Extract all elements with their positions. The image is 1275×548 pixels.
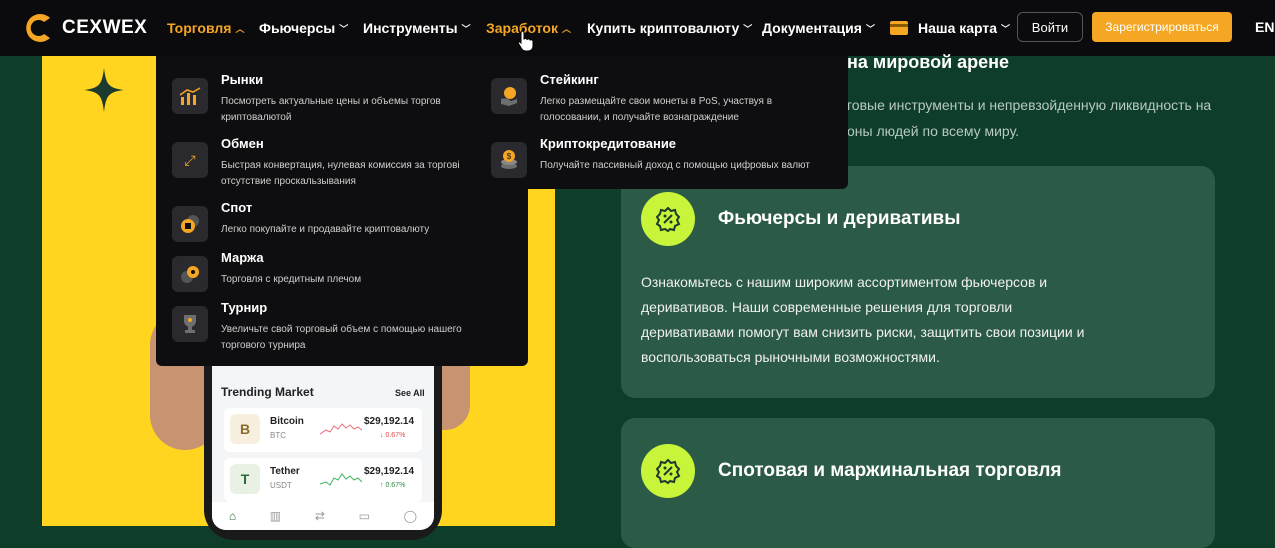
sparkline-icon bbox=[320, 423, 362, 435]
menu-item-title: Маржа bbox=[221, 250, 264, 265]
home-icon: ⌂ bbox=[228, 509, 237, 523]
card-body: Ознакомьтесь с нашим широким ассортимент… bbox=[641, 274, 1085, 365]
menu-item-desc: Увеличьте свой торговый объем с помощью … bbox=[221, 324, 462, 351]
sparkline-icon bbox=[320, 473, 362, 486]
profile-icon: ◯ bbox=[403, 509, 418, 523]
earn-dropdown: Стейкинг Легко размещайте свои монеты в … bbox=[475, 56, 848, 189]
see-all-link: See All bbox=[395, 388, 425, 398]
hero-subtitle: говые инструменты и непревзойденную ликв… bbox=[847, 92, 1247, 144]
top-nav: CEXWEX Торговля ︿ Фьючерсы ﹀ Инструменты ﹀ … bbox=[0, 0, 1275, 56]
menu-item-title: Турнир bbox=[221, 300, 268, 315]
futures-card: Фьючерсы и деривативы Ознакомьтесь с наш… bbox=[621, 166, 1215, 398]
chart-icon: ▥ bbox=[269, 509, 282, 523]
nav-card-label: Наша карта bbox=[918, 20, 998, 36]
menu-item-desc: Быстрая конвертация, нулевая комиссия за… bbox=[221, 160, 460, 187]
coin-symbol: BTC bbox=[270, 431, 286, 440]
coin-card: T Tether USDT $29,192.14 ↑ 0.67% bbox=[224, 458, 422, 502]
nav-buy-crypto-label: Купить криптовалюту bbox=[587, 20, 740, 36]
trading-dropdown: Рынки Посмотреть актуальные цены и объем… bbox=[156, 56, 528, 366]
svg-text:$: $ bbox=[507, 152, 512, 161]
coin-price: $29,192.14 bbox=[364, 416, 415, 427]
percent-badge-icon bbox=[641, 192, 695, 246]
nav-futures[interactable]: Фьючерсы ﹀ bbox=[259, 0, 348, 56]
chevron-down-icon: ﹀ bbox=[865, 23, 875, 34]
nav-futures-label: Фьючерсы bbox=[259, 20, 336, 36]
menu-item-title: Криптокредитование bbox=[540, 136, 677, 151]
wallet-icon: ▭ bbox=[358, 509, 370, 523]
menu-item-title: Обмен bbox=[221, 136, 264, 151]
nav-tools[interactable]: Инструменты ﹀ bbox=[363, 0, 471, 56]
coin-change: ↓ 0.67% bbox=[380, 432, 406, 439]
nav-docs-label: Документация bbox=[762, 20, 862, 36]
logo-text: CEXWEX bbox=[62, 17, 148, 38]
hand-cursor-icon bbox=[517, 30, 534, 52]
chevron-down-icon: ﹀ bbox=[743, 23, 753, 34]
coin-card: B Bitcoin BTC $29,192.14 ↓ 0.67% bbox=[224, 408, 422, 452]
chevron-up-icon: ︿ bbox=[235, 23, 245, 34]
margin-icon bbox=[172, 256, 208, 292]
coin-change: ↑ 0.67% bbox=[380, 482, 406, 489]
nav-trading[interactable]: Торговля ︿ bbox=[167, 0, 244, 56]
logo-icon bbox=[26, 14, 50, 42]
coin-name: Tether bbox=[270, 466, 300, 477]
nav-card[interactable]: Наша карта ﹀ bbox=[890, 0, 1010, 56]
menu-item-desc: Легко размещайте свои монеты в PoS, учас… bbox=[540, 96, 773, 123]
trophy-icon bbox=[172, 306, 208, 342]
tether-icon: T bbox=[230, 464, 260, 494]
spot-icon bbox=[172, 206, 208, 242]
nav-buy-crypto[interactable]: Купить криптовалюту ﹀ bbox=[587, 0, 752, 56]
card-icon bbox=[890, 21, 908, 35]
nav-trading-label: Торговля bbox=[167, 20, 232, 36]
login-button[interactable]: Войти bbox=[1017, 12, 1083, 42]
hero-subtitle-line: оны людей по всему миру. bbox=[847, 123, 1020, 139]
staking-icon bbox=[491, 78, 527, 114]
menu-item-desc: Торговля с кредитным плечом bbox=[221, 274, 362, 285]
card-title: Фьючерсы и деривативы bbox=[718, 208, 961, 229]
chevron-down-icon: ﹀ bbox=[339, 23, 349, 34]
spot-margin-card: Спотовая и маржинальная торговля bbox=[621, 418, 1215, 548]
coin-symbol: USDT bbox=[270, 481, 292, 490]
swap-icon: ⇄ bbox=[314, 509, 325, 523]
nav-docs[interactable]: Документация ﹀ bbox=[762, 0, 875, 56]
coin-name: Bitcoin bbox=[270, 416, 304, 427]
chevron-down-icon: ﹀ bbox=[1001, 23, 1011, 34]
nav-tools-label: Инструменты bbox=[363, 20, 458, 36]
hero-title-fragment: на мировой арене bbox=[847, 52, 1010, 72]
menu-item-desc: Получайте пассивный доход с помощью цифр… bbox=[540, 160, 810, 171]
menu-item-title: Стейкинг bbox=[540, 72, 599, 87]
menu-item-title: Рынки bbox=[221, 72, 264, 87]
sparkle-icon bbox=[84, 68, 124, 112]
trending-market-title: Trending Market bbox=[221, 385, 314, 399]
coin-price: $29,192.14 bbox=[364, 466, 415, 477]
chevron-down-icon: ﹀ bbox=[461, 23, 471, 34]
menu-item-desc: Посмотреть актуальные цены и объемы торг… bbox=[221, 96, 441, 123]
language-switch[interactable]: EN bbox=[1255, 19, 1274, 35]
chevron-up-icon: ︿ bbox=[561, 23, 571, 34]
menu-item-desc: Легко покупайте и продавайте криптовалют… bbox=[221, 224, 430, 235]
percent-badge-icon bbox=[641, 444, 695, 498]
logo[interactable]: CEXWEX bbox=[20, 12, 147, 44]
card-title: Спотовая и маржинальная торговля bbox=[718, 460, 1062, 481]
hero-subtitle-line: говые инструменты и непревзойденную ликв… bbox=[847, 97, 1212, 113]
menu-item-title: Спот bbox=[221, 200, 253, 215]
exchange-icon: ⤢ bbox=[172, 142, 208, 178]
chart-icon bbox=[172, 78, 208, 114]
bitcoin-icon: B bbox=[230, 414, 260, 444]
register-button[interactable]: Зарегистрироваться bbox=[1092, 12, 1232, 42]
lending-icon: $ bbox=[491, 142, 527, 178]
